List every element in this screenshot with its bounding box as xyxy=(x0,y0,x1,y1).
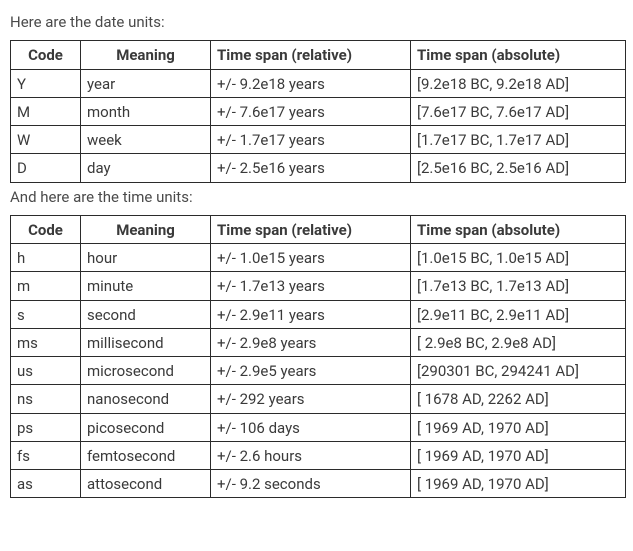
cell-relative: +/- 2.6 hours xyxy=(211,441,411,469)
cell-code: D xyxy=(11,154,81,182)
cell-absolute: [ 1969 AD, 1970 AD] xyxy=(411,413,626,441)
table-row: ms millisecond +/- 2.9e8 years [ 2.9e8 B… xyxy=(11,328,626,356)
cell-code: us xyxy=(11,357,81,385)
cell-code: W xyxy=(11,126,81,154)
table-row: as attosecond +/- 9.2 seconds [ 1969 AD,… xyxy=(11,470,626,498)
cell-meaning: day xyxy=(81,154,211,182)
cell-meaning: femtosecond xyxy=(81,441,211,469)
cell-code: ns xyxy=(11,385,81,413)
cell-absolute: [ 1678 AD, 2262 AD] xyxy=(411,385,626,413)
table-row: D day +/- 2.5e16 years [2.5e16 BC, 2.5e1… xyxy=(11,154,626,182)
cell-meaning: microsecond xyxy=(81,357,211,385)
cell-code: as xyxy=(11,470,81,498)
cell-absolute: [ 1969 AD, 1970 AD] xyxy=(411,470,626,498)
cell-absolute: [2.9e11 BC, 2.9e11 AD] xyxy=(411,300,626,328)
cell-meaning: minute xyxy=(81,272,211,300)
table-header-row: Code Meaning Time span (relative) Time s… xyxy=(11,41,626,69)
table-row: W week +/- 1.7e17 years [1.7e17 BC, 1.7e… xyxy=(11,126,626,154)
table-row: us microsecond +/- 2.9e5 years [290301 B… xyxy=(11,357,626,385)
cell-relative: +/- 7.6e17 years xyxy=(211,97,411,125)
cell-absolute: [2.5e16 BC, 2.5e16 AD] xyxy=(411,154,626,182)
cell-meaning: millisecond xyxy=(81,328,211,356)
table-row: fs femtosecond +/- 2.6 hours [ 1969 AD, … xyxy=(11,441,626,469)
cell-relative: +/- 2.9e11 years xyxy=(211,300,411,328)
date-units-body: Y year +/- 9.2e18 years [9.2e18 BC, 9.2e… xyxy=(11,69,626,182)
table-row: m minute +/- 1.7e13 years [1.7e13 BC, 1.… xyxy=(11,272,626,300)
cell-code: s xyxy=(11,300,81,328)
cell-meaning: attosecond xyxy=(81,470,211,498)
cell-relative: +/- 2.9e8 years xyxy=(211,328,411,356)
cell-absolute: [1.0e15 BC, 1.0e15 AD] xyxy=(411,244,626,272)
cell-meaning: second xyxy=(81,300,211,328)
cell-relative: +/- 9.2 seconds xyxy=(211,470,411,498)
col-absolute: Time span (absolute) xyxy=(411,215,626,243)
cell-relative: +/- 2.9e5 years xyxy=(211,357,411,385)
col-relative: Time span (relative) xyxy=(211,215,411,243)
cell-code: h xyxy=(11,244,81,272)
cell-meaning: week xyxy=(81,126,211,154)
cell-code: ps xyxy=(11,413,81,441)
cell-relative: +/- 106 days xyxy=(211,413,411,441)
table-row: Y year +/- 9.2e18 years [9.2e18 BC, 9.2e… xyxy=(11,69,626,97)
cell-relative: +/- 1.0e15 years xyxy=(211,244,411,272)
intro-date-units: Here are the date units: xyxy=(10,12,623,32)
table-row: s second +/- 2.9e11 years [2.9e11 BC, 2.… xyxy=(11,300,626,328)
table-row: h hour +/- 1.0e15 years [1.0e15 BC, 1.0e… xyxy=(11,244,626,272)
cell-absolute: [1.7e13 BC, 1.7e13 AD] xyxy=(411,272,626,300)
col-code: Code xyxy=(11,215,81,243)
col-relative: Time span (relative) xyxy=(211,41,411,69)
cell-code: fs xyxy=(11,441,81,469)
time-units-body: h hour +/- 1.0e15 years [1.0e15 BC, 1.0e… xyxy=(11,244,626,498)
cell-absolute: [1.7e17 BC, 1.7e17 AD] xyxy=(411,126,626,154)
cell-absolute: [290301 BC, 294241 AD] xyxy=(411,357,626,385)
cell-meaning: year xyxy=(81,69,211,97)
cell-relative: +/- 9.2e18 years xyxy=(211,69,411,97)
table-header-row: Code Meaning Time span (relative) Time s… xyxy=(11,215,626,243)
cell-meaning: nanosecond xyxy=(81,385,211,413)
time-units-table: Code Meaning Time span (relative) Time s… xyxy=(10,215,626,499)
col-meaning: Meaning xyxy=(81,215,211,243)
cell-code: Y xyxy=(11,69,81,97)
date-units-table: Code Meaning Time span (relative) Time s… xyxy=(10,40,626,182)
cell-relative: +/- 1.7e13 years xyxy=(211,272,411,300)
cell-relative: +/- 2.5e16 years xyxy=(211,154,411,182)
col-meaning: Meaning xyxy=(81,41,211,69)
cell-code: ms xyxy=(11,328,81,356)
cell-absolute: [ 1969 AD, 1970 AD] xyxy=(411,441,626,469)
col-absolute: Time span (absolute) xyxy=(411,41,626,69)
intro-time-units: And here are the time units: xyxy=(10,187,623,207)
cell-absolute: [7.6e17 BC, 7.6e17 AD] xyxy=(411,97,626,125)
cell-absolute: [9.2e18 BC, 9.2e18 AD] xyxy=(411,69,626,97)
table-row: ps picosecond +/- 106 days [ 1969 AD, 19… xyxy=(11,413,626,441)
cell-relative: +/- 292 years xyxy=(211,385,411,413)
cell-meaning: month xyxy=(81,97,211,125)
cell-absolute: [ 2.9e8 BC, 2.9e8 AD] xyxy=(411,328,626,356)
cell-relative: +/- 1.7e17 years xyxy=(211,126,411,154)
cell-meaning: picosecond xyxy=(81,413,211,441)
table-row: M month +/- 7.6e17 years [7.6e17 BC, 7.6… xyxy=(11,97,626,125)
col-code: Code xyxy=(11,41,81,69)
cell-meaning: hour xyxy=(81,244,211,272)
cell-code: M xyxy=(11,97,81,125)
table-row: ns nanosecond +/- 292 years [ 1678 AD, 2… xyxy=(11,385,626,413)
cell-code: m xyxy=(11,272,81,300)
